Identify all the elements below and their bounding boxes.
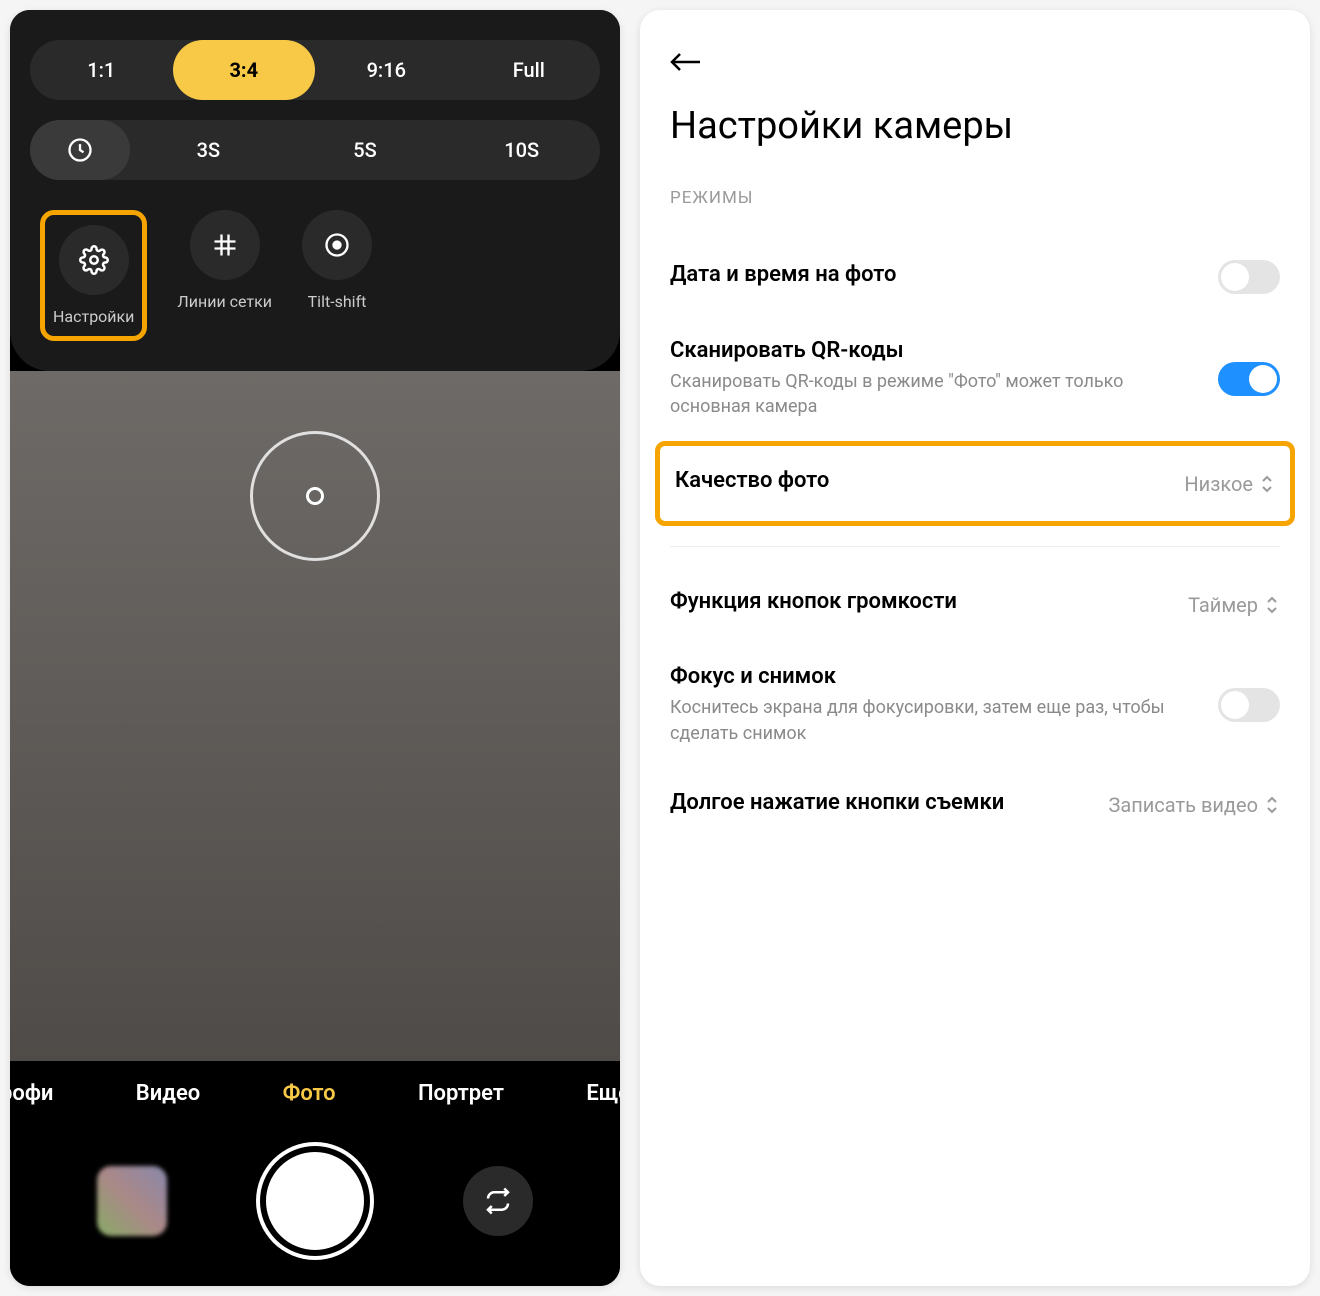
settings-highlight: Настройки (40, 210, 147, 341)
camera-top-controls: 1:1 3:4 9:16 Full 3S 5S 10S Настройки (10, 10, 620, 371)
back-button[interactable] (670, 40, 1280, 104)
setting-row-title: Дата и время на фото (670, 262, 1198, 287)
toggle-qr[interactable] (1218, 362, 1280, 396)
target-icon (323, 231, 351, 259)
setting-row-value: Записать видео (1108, 793, 1280, 817)
mode-pro[interactable]: рофи (10, 1081, 73, 1106)
unfold-icon (1264, 795, 1280, 815)
mode-selector[interactable]: рофи Видео Фото Портрет Ещё (10, 1081, 620, 1136)
setting-focus-and-shoot[interactable]: Фокус и снимок Коснитесь экрана для фоку… (670, 642, 1280, 767)
setting-row-title: Качество фото (675, 468, 1164, 493)
setting-datetime-on-photo[interactable]: Дата и время на фото (670, 238, 1280, 316)
aspect-3-4[interactable]: 3:4 (173, 40, 316, 100)
mode-more[interactable]: Ещё (566, 1081, 620, 1106)
mode-photo[interactable]: Фото (263, 1081, 356, 1106)
quick-grid-label: Линии сетки (177, 292, 272, 311)
setting-row-desc: Коснитесь экрана для фокусировки, затем … (670, 695, 1198, 745)
gear-icon (79, 245, 109, 275)
setting-photo-quality[interactable]: Качество фото Низкое (655, 441, 1295, 526)
aspect-full[interactable]: Full (458, 40, 601, 100)
quick-grid[interactable]: Линии сетки (177, 210, 272, 341)
setting-row-title: Долгое нажатие кнопки съемки (670, 790, 1088, 815)
setting-row-title: Фокус и снимок (670, 664, 1198, 689)
arrow-left-icon (670, 50, 702, 74)
timer-selector: 3S 5S 10S (30, 120, 600, 180)
clock-icon (66, 136, 94, 164)
setting-volume-buttons[interactable]: Функция кнопок громкости Таймер (670, 567, 1280, 642)
settings-title: Настройки камеры (670, 104, 1280, 148)
setting-row-value: Таймер (1188, 593, 1280, 617)
viewfinder[interactable] (10, 371, 620, 1061)
switch-camera-button[interactable] (463, 1166, 533, 1236)
shutter-row (10, 1136, 620, 1256)
quick-settings[interactable]: Настройки (53, 225, 134, 326)
setting-longpress-shutter[interactable]: Долгое нажатие кнопки съемки Записать ви… (670, 768, 1280, 843)
timer-5s[interactable]: 5S (287, 120, 444, 180)
toggle-datetime[interactable] (1218, 260, 1280, 294)
setting-row-value: Низкое (1184, 472, 1275, 496)
section-label-modes: РЕЖИМЫ (670, 188, 1280, 208)
aspect-1-1[interactable]: 1:1 (30, 40, 173, 100)
camera-settings-screen: Настройки камеры РЕЖИМЫ Дата и время на … (640, 10, 1310, 1286)
timer-10s[interactable]: 10S (443, 120, 600, 180)
toggle-focus-shoot[interactable] (1218, 688, 1280, 722)
quick-settings-label: Настройки (53, 307, 134, 326)
switch-camera-icon (483, 1186, 513, 1216)
divider (670, 546, 1280, 547)
grid-icon (211, 231, 239, 259)
unfold-icon (1259, 474, 1275, 494)
setting-row-title: Функция кнопок громкости (670, 589, 1168, 614)
mode-video[interactable]: Видео (116, 1081, 221, 1106)
focus-dot-icon (306, 487, 324, 505)
quick-tiltshift-label: Tilt-shift (308, 292, 367, 311)
quick-tiltshift[interactable]: Tilt-shift (302, 210, 372, 341)
shutter-button[interactable] (260, 1146, 370, 1256)
timer-3s[interactable]: 3S (130, 120, 287, 180)
unfold-icon (1264, 595, 1280, 615)
aspect-ratio-selector: 1:1 3:4 9:16 Full (30, 40, 600, 100)
gallery-thumbnail[interactable] (97, 1166, 167, 1236)
aspect-9-16[interactable]: 9:16 (315, 40, 458, 100)
setting-row-title: Сканировать QR-коды (670, 338, 1198, 363)
setting-scan-qr[interactable]: Сканировать QR-коды Сканировать QR-коды … (670, 316, 1280, 441)
timer-off[interactable] (30, 120, 130, 180)
camera-app: 1:1 3:4 9:16 Full 3S 5S 10S Настройки (10, 10, 620, 1286)
quick-actions: Настройки Линии сетки Tilt-shift (30, 200, 600, 341)
mode-portrait[interactable]: Портрет (398, 1081, 524, 1106)
setting-row-desc: Сканировать QR-коды в режиме "Фото" може… (670, 369, 1198, 419)
focus-ring (250, 431, 380, 561)
camera-bottom-bar: рофи Видео Фото Портрет Ещё (10, 1061, 620, 1286)
